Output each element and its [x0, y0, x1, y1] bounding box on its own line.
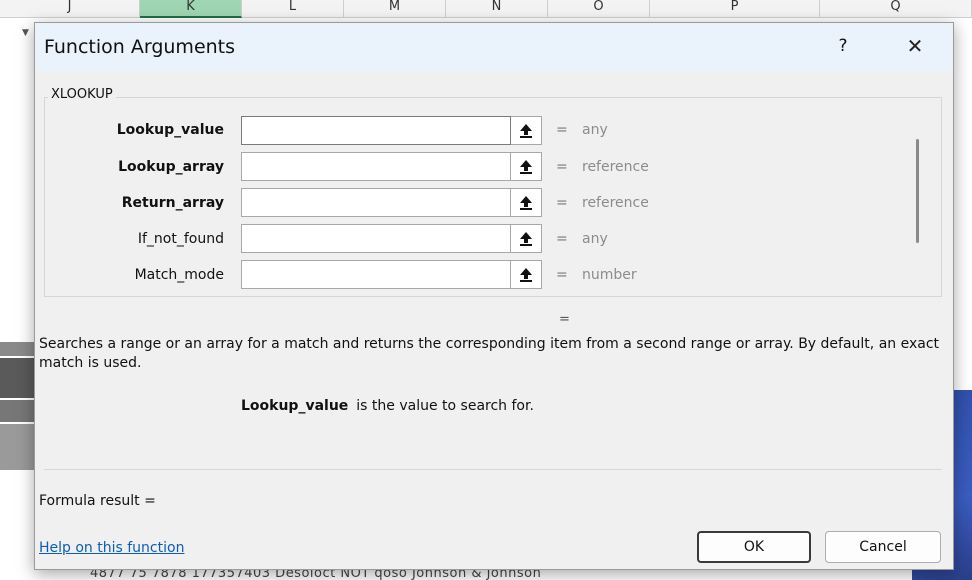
collapse-dialog-button[interactable]: [511, 188, 542, 217]
lookup-value-input[interactable]: [241, 116, 511, 145]
arg-type-match-mode: number: [582, 267, 637, 283]
collapse-dialog-icon: [520, 123, 532, 138]
collapse-dialog-icon: [520, 195, 532, 210]
column-header-p[interactable]: P: [650, 0, 820, 18]
background-row: [0, 358, 36, 398]
argument-help-text: is the value to search for.: [356, 398, 534, 414]
column-header-o[interactable]: O: [548, 0, 650, 18]
column-header-n[interactable]: N: [446, 0, 548, 18]
background-row: [0, 400, 36, 422]
collapse-dialog-icon: [520, 159, 532, 174]
function-description: Searches a range or an array for a match…: [39, 336, 940, 371]
if-not-found-input[interactable]: [241, 224, 511, 253]
help-on-function-link[interactable]: Help on this function: [39, 540, 184, 556]
column-header-strip: J K L M N O P Q: [0, 0, 972, 18]
arg-label-lookup-array: Lookup_array: [118, 159, 224, 175]
column-header-l[interactable]: L: [242, 0, 344, 18]
divider: [44, 469, 942, 470]
background-row: [0, 424, 36, 470]
arg-type-lookup-value: any: [582, 122, 608, 138]
arg-type-return-array: reference: [582, 195, 649, 211]
argument-help: Lookup_value is the value to search for.: [241, 398, 534, 414]
column-header-j[interactable]: J: [0, 0, 140, 18]
arg-label-match-mode: Match_mode: [134, 267, 224, 283]
close-icon[interactable]: ✕: [901, 34, 929, 62]
filter-dropdown-icon[interactable]: ▼: [22, 28, 29, 38]
match-mode-input[interactable]: [241, 260, 511, 289]
collapse-dialog-icon: [520, 267, 532, 282]
dialog-titlebar[interactable]: Function Arguments ? ✕: [35, 23, 953, 71]
arg-equals: =: [556, 195, 568, 211]
arg-type-lookup-array: reference: [582, 159, 649, 175]
collapse-dialog-icon: [520, 231, 532, 246]
ok-button[interactable]: OK: [697, 531, 811, 563]
arg-equals: =: [556, 267, 568, 283]
help-icon[interactable]: ?: [831, 36, 855, 60]
arg-equals: =: [556, 122, 568, 138]
column-header-m[interactable]: M: [344, 0, 446, 18]
column-header-q[interactable]: Q: [820, 0, 972, 18]
return-array-input[interactable]: [241, 188, 511, 217]
collapse-dialog-button[interactable]: [511, 116, 542, 145]
cancel-button[interactable]: Cancel: [825, 531, 941, 563]
arg-label-return-array: Return_array: [121, 195, 224, 211]
arguments-scrollbar[interactable]: [916, 139, 919, 243]
formula-result-label: Formula result =: [39, 493, 156, 509]
arg-equals: =: [556, 159, 568, 175]
background-row: [0, 342, 36, 356]
function-name: XLOOKUP: [48, 87, 116, 102]
collapse-dialog-button[interactable]: [511, 260, 542, 289]
collapse-dialog-button[interactable]: [511, 224, 542, 253]
function-result-equals: =: [559, 312, 570, 327]
dialog-title: Function Arguments: [44, 36, 236, 58]
arg-type-if-not-found: any: [582, 231, 608, 247]
function-arguments-dialog: Function Arguments ? ✕ XLOOKUP Lookup_va…: [34, 22, 954, 570]
collapse-dialog-button[interactable]: [511, 152, 542, 181]
lookup-array-input[interactable]: [241, 152, 511, 181]
arg-equals: =: [556, 231, 568, 247]
argument-help-name: Lookup_value: [241, 398, 349, 414]
arg-label-lookup-value: Lookup_value: [116, 122, 224, 138]
arg-label-if-not-found: If_not_found: [137, 231, 224, 247]
column-header-k[interactable]: K: [140, 0, 242, 18]
